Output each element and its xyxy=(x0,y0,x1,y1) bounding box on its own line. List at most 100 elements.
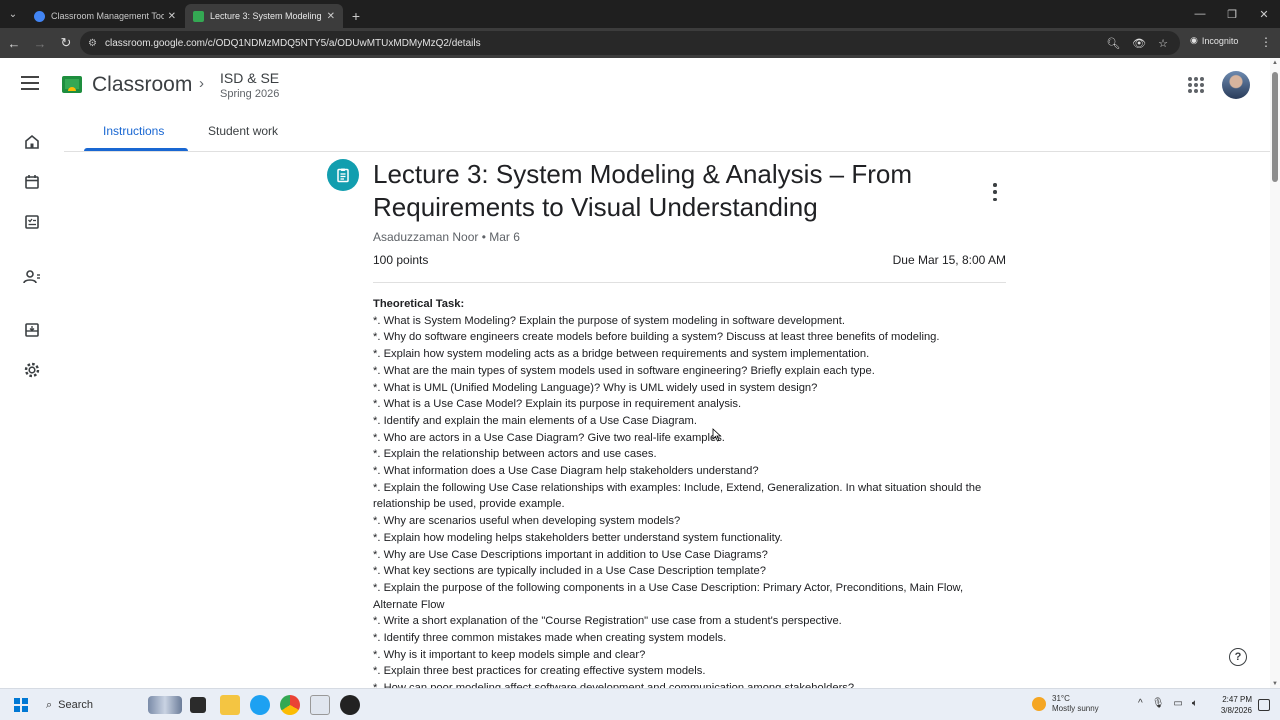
close-tab-icon[interactable]: ✕ xyxy=(168,11,176,22)
instruction-line: *. Why do software engineers create mode… xyxy=(373,331,940,344)
instruction-line: *. Explain how modeling helps stakeholde… xyxy=(373,531,783,544)
network-icon[interactable]: ▭ xyxy=(1173,698,1182,709)
instruction-line: *. What is a Use Case Model? Explain its… xyxy=(373,398,742,411)
assignment-instructions: Theoretical Task: *. What is System Mode… xyxy=(373,296,1006,697)
instruction-line: *. What information does a Use Case Diag… xyxy=(373,465,759,478)
instruction-line: *. Explain the purpose of the following … xyxy=(373,581,964,611)
google-favicon-icon xyxy=(34,10,45,22)
search-highlight-image xyxy=(148,696,182,714)
brand-name[interactable]: Classroom xyxy=(92,73,192,97)
forward-icon[interactable]: → xyxy=(28,31,52,55)
incognito-indicator[interactable]: ◉ Incognito xyxy=(1190,35,1238,46)
instruction-line: *. Why is it important to keep models si… xyxy=(373,648,646,661)
people-icon[interactable] xyxy=(22,267,42,287)
weather-temperature: 31°C xyxy=(1052,694,1070,703)
window-controls: — ❐ ✕ xyxy=(1184,0,1280,28)
instruction-line: *. Write a short explanation of the "Cou… xyxy=(373,615,842,628)
search-icon: ⌕ xyxy=(46,698,53,711)
text-cursor-icon xyxy=(712,428,722,442)
back-icon[interactable]: ← xyxy=(2,31,26,55)
weather-description: Mostly sunny xyxy=(1052,704,1099,713)
notifications-icon[interactable] xyxy=(1258,699,1270,711)
assignment-icon xyxy=(327,159,359,191)
instruction-line: *. What is System Modeling? Explain the … xyxy=(373,314,845,327)
browser-tab-bar: ⌄ Classroom Management Tools ✕ Lecture 3… xyxy=(0,0,1280,28)
file-explorer-icon[interactable] xyxy=(220,695,240,715)
volume-icon[interactable]: 🔈︎ xyxy=(1192,698,1198,709)
google-apps-icon[interactable] xyxy=(1188,77,1204,93)
chrome-browser-icon[interactable] xyxy=(280,695,300,715)
weather-widget[interactable]: 31°C Mostly sunny xyxy=(1032,694,1099,714)
windows-taskbar: ⌕ Search 31°C Mostly sunny ^ 🎙︎ ▭ 🔈︎ 2:4… xyxy=(0,688,1280,720)
account-avatar[interactable] xyxy=(1222,71,1250,99)
taskbar-search[interactable]: ⌕ Search xyxy=(40,693,184,717)
sidebar-nav xyxy=(0,112,64,688)
incognito-icon: ◉ xyxy=(1190,35,1198,45)
microphone-icon[interactable]: 🎙︎ xyxy=(1152,698,1165,709)
browser-tab-classroom-tools[interactable]: Classroom Management Tools ✕ xyxy=(26,4,184,28)
archive-icon[interactable] xyxy=(22,320,42,340)
app-icon[interactable] xyxy=(310,695,330,715)
scroll-down-icon[interactable]: ▼ xyxy=(1272,681,1278,687)
assignment-meta: Asaduzzaman Noor • Mar 6 xyxy=(373,230,520,244)
tracking-protection-icon[interactable]: 👁︎ xyxy=(1132,37,1146,50)
clock-time: 2:47 PM xyxy=(1222,695,1252,704)
media-app-icon[interactable] xyxy=(340,695,360,715)
maximize-icon[interactable]: ❐ xyxy=(1216,0,1248,28)
classroom-favicon-icon xyxy=(193,10,204,22)
bookmark-star-icon[interactable]: ☆ xyxy=(1158,37,1168,50)
system-clock[interactable]: 2:47 PM 3/8/2026 xyxy=(1212,694,1252,716)
tab-title: Classroom Management Tools xyxy=(51,11,164,21)
incognito-label: Incognito xyxy=(1201,35,1239,46)
calendar-icon[interactable] xyxy=(22,172,42,192)
classroom-logo-icon[interactable] xyxy=(62,76,82,93)
browser-menu-icon[interactable]: ⋮ xyxy=(1260,35,1272,49)
zoom-icon[interactable]: 🔍︎ xyxy=(1106,37,1120,50)
scroll-up-icon[interactable]: ▲ xyxy=(1272,60,1278,66)
instruction-line: *. Who are actors in a Use Case Diagram?… xyxy=(373,431,725,444)
edge-browser-icon[interactable] xyxy=(250,695,270,715)
page-scrollbar[interactable]: ▲ ▼ xyxy=(1270,58,1280,688)
settings-gear-icon[interactable] xyxy=(22,360,42,380)
clock-date: 3/8/2026 xyxy=(1220,706,1252,715)
more-options-icon[interactable] xyxy=(991,183,999,201)
instruction-line: *. Explain how system modeling acts as a… xyxy=(373,348,870,361)
close-tab-icon[interactable]: ✕ xyxy=(327,11,335,22)
new-tab-icon[interactable]: + xyxy=(344,4,368,28)
instruction-line: *. What are the main types of system mod… xyxy=(373,364,875,377)
help-icon[interactable]: ? xyxy=(1229,648,1247,666)
classroom-header: Classroom › ISD & SE Spring 2026 xyxy=(0,58,1270,112)
instruction-line: *. Explain the following Use Case relati… xyxy=(373,481,982,511)
course-term: Spring 2026 xyxy=(220,88,280,100)
tab-title: Lecture 3: System Modeling & ... xyxy=(210,11,323,21)
url-text: classroom.google.com/c/ODQ1NDMzMDQ5NTY5/… xyxy=(104,37,481,49)
site-info-icon[interactable]: ⚙ xyxy=(88,38,97,49)
home-icon[interactable] xyxy=(22,132,42,152)
to-do-icon[interactable] xyxy=(22,212,42,232)
close-window-icon[interactable]: ✕ xyxy=(1248,0,1280,28)
instruction-line: *. Explain three best practices for crea… xyxy=(373,665,706,678)
scrollbar-thumb[interactable] xyxy=(1272,72,1278,182)
tab-search-icon[interactable]: ⌄ xyxy=(0,0,26,28)
instructions-heading: Theoretical Task: xyxy=(373,298,465,310)
instruction-line: *. What is UML (Unified Modeling Languag… xyxy=(373,381,818,394)
taskbar-search-label: Search xyxy=(58,699,94,711)
course-name[interactable]: ISD & SE xyxy=(220,70,279,86)
reload-icon[interactable]: ↻ xyxy=(54,31,78,55)
task-view-icon[interactable] xyxy=(190,697,206,713)
instruction-line: *. Identify three common mistakes made w… xyxy=(373,632,727,645)
sunny-weather-icon xyxy=(1032,697,1046,711)
windows-start-icon[interactable] xyxy=(14,698,28,712)
address-bar[interactable]: ⚙ classroom.google.com/c/ODQ1NDMzMDQ5NTY… xyxy=(80,31,1180,55)
assignment-points: 100 points xyxy=(373,253,429,267)
chevron-up-icon[interactable]: ^ xyxy=(1138,698,1143,709)
main-menu-icon[interactable] xyxy=(21,76,39,90)
minimize-icon[interactable]: — xyxy=(1184,0,1216,28)
tab-instructions[interactable]: Instructions xyxy=(103,124,164,138)
instruction-line: *. Identify and explain the main element… xyxy=(373,414,697,427)
instruction-line: *. Why are Use Case Descriptions importa… xyxy=(373,548,768,561)
browser-tab-lecture[interactable]: Lecture 3: System Modeling & ... ✕ xyxy=(185,4,343,28)
instruction-line: *. What key sections are typically inclu… xyxy=(373,565,766,578)
instruction-line: *. Explain the relationship between acto… xyxy=(373,448,657,461)
tab-student-work[interactable]: Student work xyxy=(208,124,278,138)
